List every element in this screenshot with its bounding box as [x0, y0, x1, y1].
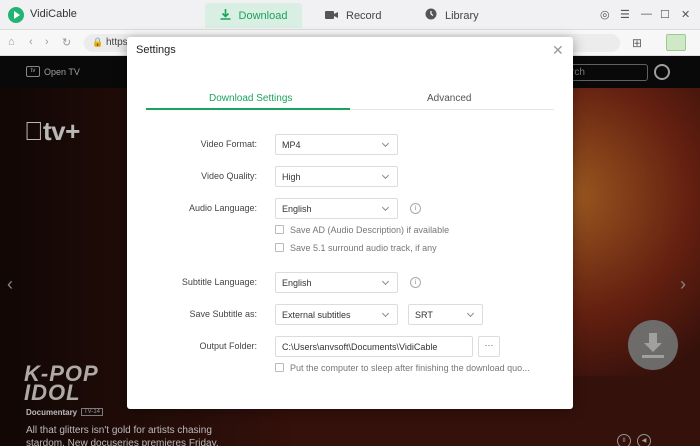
settings-icon[interactable]: ◎	[600, 8, 610, 21]
title-bar: VidiCable Download Record Library ◎ ☰ — …	[0, 0, 700, 30]
video-camera-icon	[325, 9, 338, 23]
maximize-icon[interactable]: ☐	[660, 8, 670, 21]
save-subtitle-select[interactable]: External subtitles	[275, 304, 398, 325]
video-quality-select[interactable]: High	[275, 166, 398, 187]
menu-icon[interactable]: ☰	[620, 8, 630, 21]
subtitle-language-select[interactable]: English	[275, 272, 398, 293]
dialog-title: Settings	[136, 44, 176, 56]
grid-icon[interactable]: ⊞	[632, 36, 642, 50]
video-format-label: Video Format:	[200, 139, 257, 149]
info-icon[interactable]: i	[410, 277, 421, 288]
sleep-label: Put the computer to sleep after finishin…	[290, 363, 530, 373]
download-icon	[220, 8, 231, 23]
tab-advanced[interactable]: Advanced	[427, 93, 471, 104]
tab-library[interactable]: Library	[425, 3, 479, 28]
chevron-down-icon	[381, 139, 390, 148]
save-subtitle-label: Save Subtitle as:	[189, 309, 257, 319]
reload-icon[interactable]: ↻	[62, 36, 71, 49]
save-51-checkbox[interactable]	[275, 243, 284, 252]
tab-download-label: Download	[238, 9, 288, 22]
video-format-select[interactable]: MP4	[275, 134, 398, 155]
subtitle-language-label: Subtitle Language:	[181, 277, 257, 287]
app-logo-icon	[8, 7, 24, 23]
back-icon[interactable]: ‹	[29, 36, 33, 48]
audio-language-label: Audio Language:	[188, 203, 257, 213]
chevron-down-icon	[381, 277, 390, 286]
tab-library-label: Library	[445, 9, 479, 22]
lock-icon: 🔒	[92, 37, 104, 47]
subtitle-format-select[interactable]: SRT	[408, 304, 483, 325]
tab-record[interactable]: Record	[325, 3, 381, 28]
video-quality-label: Video Quality:	[201, 171, 257, 181]
image-icon[interactable]	[666, 34, 686, 51]
chevron-down-icon	[381, 171, 390, 180]
clock-icon	[425, 8, 437, 23]
chevron-down-icon	[381, 203, 390, 212]
save-51-label: Save 5.1 surround audio track, if any	[290, 243, 437, 253]
output-folder-input[interactable]: C:\Users\anvsoft\Documents\VidiCable	[275, 336, 473, 357]
forward-icon[interactable]: ›	[45, 36, 49, 48]
save-ad-checkbox[interactable]	[275, 225, 284, 234]
app-name: VidiCable	[30, 8, 77, 20]
chevron-down-icon	[466, 309, 475, 318]
active-tab-indicator	[146, 108, 350, 110]
chevron-down-icon	[381, 309, 390, 318]
dialog-close-icon[interactable]: ✕	[552, 42, 564, 59]
tab-record-label: Record	[346, 9, 382, 22]
browse-folder-button[interactable]: ···	[478, 336, 500, 357]
minimize-icon[interactable]: —	[641, 8, 652, 20]
info-icon[interactable]: i	[410, 203, 421, 214]
home-icon[interactable]: ⌂	[8, 36, 15, 48]
save-ad-label: Save AD (Audio Description) if available	[290, 225, 450, 235]
settings-dialog: Settings ✕ Download Settings Advanced Vi…	[127, 37, 573, 409]
audio-language-select[interactable]: English	[275, 198, 398, 219]
tab-download-settings[interactable]: Download Settings	[209, 93, 292, 104]
close-icon[interactable]: ✕	[681, 8, 690, 21]
url-text: https	[106, 37, 128, 48]
sleep-checkbox[interactable]	[275, 363, 284, 372]
tab-download[interactable]: Download	[205, 3, 302, 28]
output-folder-label: Output Folder:	[199, 341, 257, 351]
